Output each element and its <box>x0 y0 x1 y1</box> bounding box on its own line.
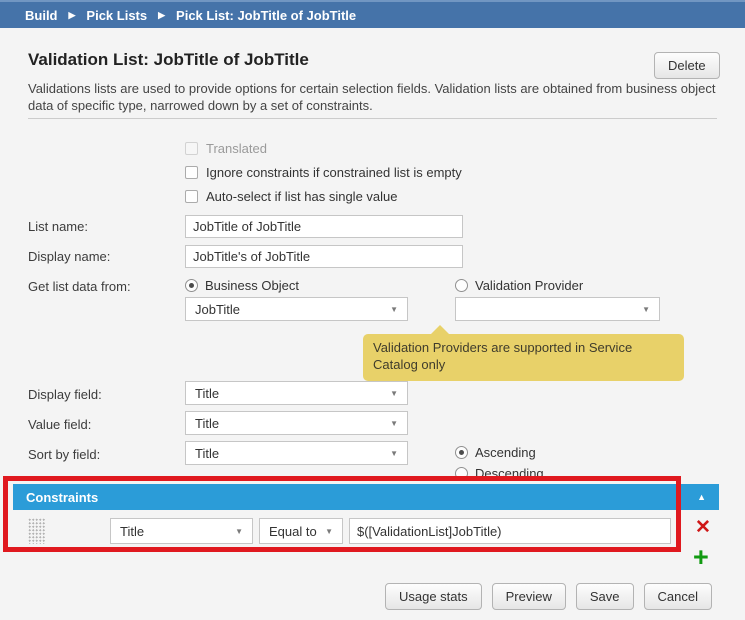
cancel-button[interactable]: Cancel <box>644 583 712 610</box>
collapse-section-icon[interactable]: ▲ <box>697 492 706 502</box>
validation-provider-radio[interactable] <box>455 279 468 292</box>
preview-button[interactable]: Preview <box>492 583 566 610</box>
value-field-dropdown-value: Title <box>195 416 219 431</box>
page-title: Validation List: JobTitle of JobTitle <box>28 50 309 70</box>
descending-label: Descending <box>475 466 544 481</box>
translated-checkbox <box>185 142 198 155</box>
constraint-value-input[interactable] <box>349 518 671 544</box>
drag-handle-icon[interactable] <box>28 518 46 544</box>
list-name-label: List name: <box>28 219 88 234</box>
chevron-down-icon: ▼ <box>390 389 398 398</box>
page-description: Validations lists are used to provide op… <box>28 81 722 114</box>
display-name-label: Display name: <box>28 249 110 264</box>
checkbox-row-auto-select: Auto-select if list has single value <box>185 188 397 204</box>
display-field-dropdown-value: Title <box>195 386 219 401</box>
chevron-down-icon: ▼ <box>642 305 650 314</box>
checkbox-row-translated: Translated <box>185 140 267 156</box>
footer-actions: Usage stats Preview Save Cancel <box>385 583 712 610</box>
breadcrumb-item-current: Pick List: JobTitle of JobTitle <box>176 8 356 23</box>
remove-constraint-icon[interactable]: ✕ <box>695 518 711 537</box>
delete-button[interactable]: Delete <box>654 52 720 79</box>
add-constraint-icon[interactable]: + <box>693 544 709 571</box>
chevron-down-icon: ▼ <box>235 527 243 536</box>
get-list-data-from-label: Get list data from: <box>28 279 131 294</box>
business-object-dropdown[interactable]: JobTitle ▼ <box>185 297 408 321</box>
constraint-field-dropdown[interactable]: Title ▼ <box>110 518 253 544</box>
sort-by-field-label: Sort by field: <box>28 447 100 462</box>
auto-select-checkbox[interactable] <box>185 190 198 203</box>
chevron-down-icon: ▼ <box>390 449 398 458</box>
auto-select-label: Auto-select if list has single value <box>206 189 397 204</box>
chevron-down-icon: ▼ <box>390 419 398 428</box>
validation-provider-label: Validation Provider <box>475 278 583 293</box>
validation-provider-radio-row: Validation Provider <box>455 277 583 293</box>
validation-provider-tooltip: Validation Providers are supported in Se… <box>363 334 684 381</box>
constraints-title: Constraints <box>26 490 98 505</box>
business-object-radio-row: Business Object <box>185 277 299 293</box>
ascending-label: Ascending <box>475 445 536 460</box>
business-object-dropdown-value: JobTitle <box>195 302 240 317</box>
display-field-label: Display field: <box>28 387 102 402</box>
constraint-operator-dropdown[interactable]: Equal to ▼ <box>259 518 343 544</box>
business-object-label: Business Object <box>205 278 299 293</box>
validation-provider-dropdown[interactable]: ▼ <box>455 297 660 321</box>
descending-radio-row: Descending <box>455 465 544 481</box>
ignore-constraints-label: Ignore constraints if constrained list i… <box>206 165 462 180</box>
display-name-input[interactable] <box>185 245 463 268</box>
ignore-constraints-checkbox[interactable] <box>185 166 198 179</box>
save-button[interactable]: Save <box>576 583 634 610</box>
business-object-radio[interactable] <box>185 279 198 292</box>
chevron-down-icon: ▼ <box>390 305 398 314</box>
breadcrumb-arrow-icon: ▶ <box>158 10 165 21</box>
value-field-label: Value field: <box>28 417 91 432</box>
value-field-dropdown[interactable]: Title ▼ <box>185 411 408 435</box>
sort-by-field-dropdown[interactable]: Title ▼ <box>185 441 408 465</box>
descending-radio[interactable] <box>455 467 468 480</box>
checkbox-row-ignore-constraints: Ignore constraints if constrained list i… <box>185 164 462 180</box>
sort-by-field-dropdown-value: Title <box>195 446 219 461</box>
usage-stats-button[interactable]: Usage stats <box>385 583 482 610</box>
section-divider <box>28 118 717 119</box>
breadcrumb: Build ▶ Pick Lists ▶ Pick List: JobTitle… <box>0 0 745 28</box>
chevron-down-icon: ▼ <box>325 527 333 536</box>
constraint-field-value: Title <box>120 524 144 539</box>
display-field-dropdown[interactable]: Title ▼ <box>185 381 408 405</box>
constraints-section-header: Constraints ▲ <box>13 484 719 510</box>
translated-label: Translated <box>206 141 267 156</box>
constraint-operator-value: Equal to <box>269 524 317 539</box>
ascending-radio[interactable] <box>455 446 468 459</box>
breadcrumb-arrow-icon: ▶ <box>69 10 76 21</box>
validation-list-page: Build ▶ Pick Lists ▶ Pick List: JobTitle… <box>0 0 745 620</box>
list-name-input[interactable] <box>185 215 463 238</box>
ascending-radio-row: Ascending <box>455 444 536 460</box>
breadcrumb-item-pick-lists[interactable]: Pick Lists <box>86 8 147 23</box>
breadcrumb-item-build[interactable]: Build <box>25 8 58 23</box>
